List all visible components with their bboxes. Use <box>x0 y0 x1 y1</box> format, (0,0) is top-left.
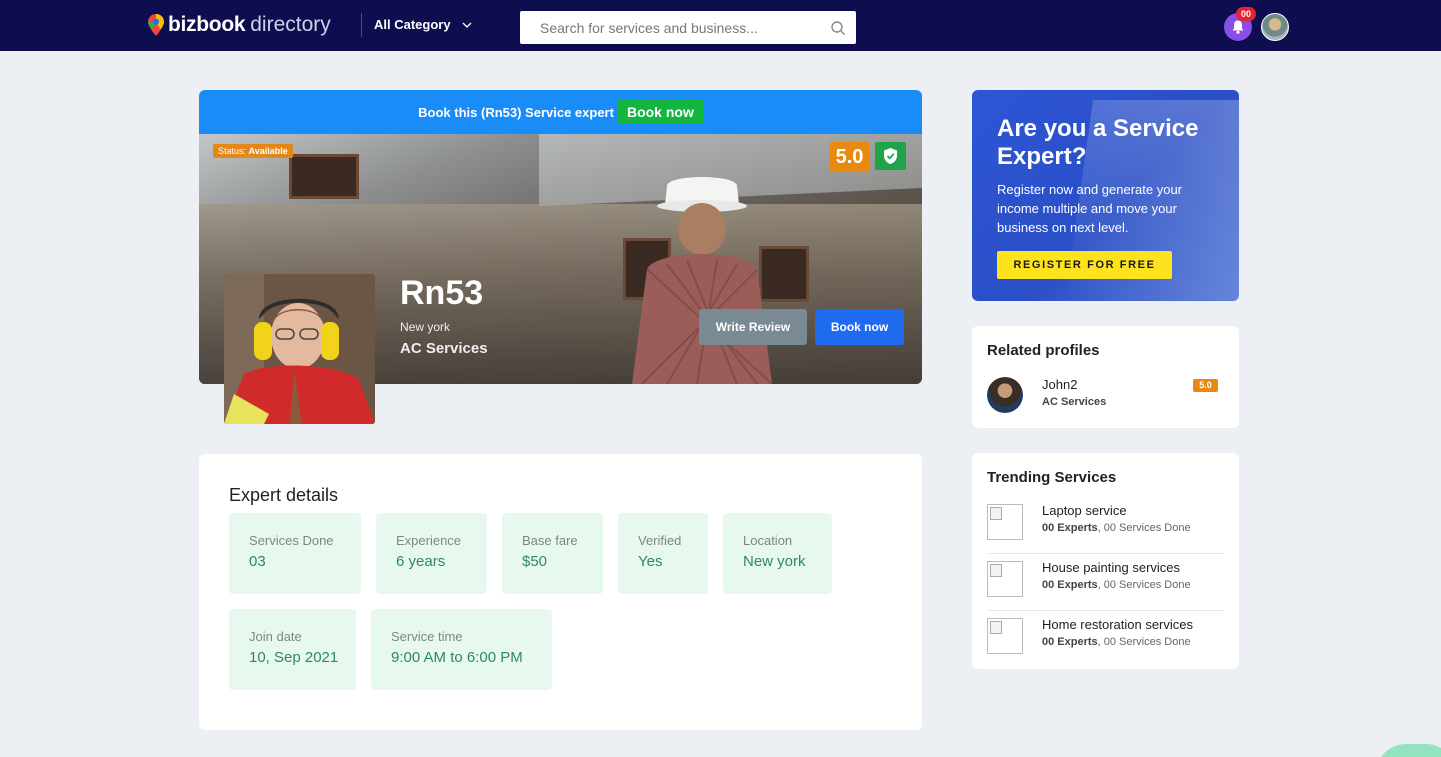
detail-label: Experience <box>396 533 462 548</box>
user-avatar[interactable] <box>1261 13 1289 41</box>
related-profile-service: AC Services <box>1042 396 1107 408</box>
book-now-button[interactable]: Book now <box>815 309 904 345</box>
search-icon[interactable] <box>830 20 846 36</box>
detail-label: Service time <box>391 629 463 644</box>
broken-image-icon <box>987 618 1023 654</box>
notification-count-badge: 00 <box>1236 7 1256 21</box>
detail-value: 03 <box>249 553 266 570</box>
trending-service-stats: 00 Experts, 00 Services Done <box>1042 522 1191 534</box>
worker-figure <box>632 177 773 384</box>
logo[interactable]: bizbook directory <box>148 12 331 38</box>
trending-experts-count: 00 Experts <box>1042 579 1098 591</box>
trending-services-done: , 00 Services Done <box>1097 636 1191 648</box>
detail-value: 9:00 AM to 6:00 PM <box>391 649 523 666</box>
trending-services-done: , 00 Services Done <box>1097 579 1191 591</box>
detail-tile-experience: Experience 6 years <box>376 513 487 594</box>
trending-service-item[interactable]: House painting services 00 Experts, 00 S… <box>987 554 1224 611</box>
detail-tile-service-time: Service time 9:00 AM to 6:00 PM <box>371 609 552 690</box>
banner-book-now-button[interactable]: Book now <box>617 100 703 124</box>
rating-badge: 5.0 <box>830 142 869 172</box>
status-badge: Status: Available <box>213 144 293 158</box>
brand-suffix: directory <box>250 13 331 36</box>
related-profiles-title: Related profiles <box>987 342 1100 359</box>
detail-value: $50 <box>522 553 548 570</box>
expert-profile-photo <box>224 274 375 424</box>
detail-value: 6 years <box>396 553 446 570</box>
cover-window <box>289 154 359 199</box>
register-for-free-button[interactable]: REGISTER FOR FREE <box>997 251 1172 279</box>
status-value: Available <box>248 146 288 156</box>
detail-value: Yes <box>638 553 663 570</box>
expert-city: New york <box>400 320 451 334</box>
expert-name: Rn53 <box>400 274 484 312</box>
booking-banner: Book this (Rn53) Service expert Book now <box>199 90 922 134</box>
detail-value: New york <box>743 553 806 570</box>
booking-banner-text: Book this (Rn53) Service expert <box>418 104 614 120</box>
header-divider <box>361 13 362 37</box>
write-review-button[interactable]: Write Review <box>699 309 807 345</box>
trending-experts-count: 00 Experts <box>1042 636 1098 648</box>
trending-service-stats: 00 Experts, 00 Services Done <box>1042 636 1191 648</box>
detail-value: 10, Sep 2021 <box>249 649 339 666</box>
detail-tile-verified: Verified Yes <box>618 513 708 594</box>
trending-experts-count: 00 Experts <box>1042 522 1098 534</box>
broken-image-icon <box>987 504 1023 540</box>
trending-services-title: Trending Services <box>987 469 1117 486</box>
detail-tile-base-fare: Base fare $50 <box>502 513 603 594</box>
detail-label: Join date <box>249 629 302 644</box>
trending-service-stats: 00 Experts, 00 Services Done <box>1042 579 1191 591</box>
detail-label: Base fare <box>522 533 578 548</box>
broken-image-icon <box>987 561 1023 597</box>
related-profiles-card: Related profiles John2 AC Services 5.0 <box>972 326 1239 428</box>
trending-service-name[interactable]: House painting services <box>1042 560 1180 575</box>
top-navbar: bizbook directory All Category Search fo… <box>0 0 1441 51</box>
service-expert-promo: Are you a Service Expert? Register now a… <box>972 90 1239 301</box>
search-input[interactable]: Search for services and business... <box>520 20 830 36</box>
location-pin-icon <box>148 14 164 36</box>
related-profile-avatar[interactable] <box>987 377 1023 413</box>
trending-services-done: , 00 Services Done <box>1097 522 1191 534</box>
detail-label: Verified <box>638 533 682 548</box>
verified-shield-icon <box>884 148 897 164</box>
expert-photo-illustration <box>224 274 375 424</box>
detail-tile-location: Location New york <box>723 513 832 594</box>
expert-details-card: Expert details Services Done 03 Experien… <box>199 454 922 730</box>
trending-service-item[interactable]: Laptop service 00 Experts, 00 Services D… <box>987 497 1224 554</box>
detail-label: Services Done <box>249 533 334 548</box>
chat-widget-button[interactable] <box>1376 744 1441 757</box>
bell-icon <box>1232 20 1244 34</box>
expert-service: AC Services <box>400 340 488 357</box>
trending-service-item[interactable]: Home restoration services 00 Experts, 00… <box>987 611 1224 668</box>
detail-label: Location <box>743 533 793 548</box>
brand-name: bizbook <box>168 13 246 36</box>
promo-title: Are you a Service Expert? <box>997 115 1199 170</box>
detail-tile-services-done: Services Done 03 <box>229 513 361 594</box>
status-label: Status: <box>218 146 247 156</box>
trending-services-card: Trending Services Laptop service 00 Expe… <box>972 453 1239 669</box>
expert-details-title: Expert details <box>229 485 339 505</box>
related-profile-rating: 5.0 <box>1193 379 1218 392</box>
category-label: All Category <box>374 17 451 32</box>
trending-service-name[interactable]: Laptop service <box>1042 503 1127 518</box>
related-profile-name[interactable]: John2 <box>1042 377 1077 392</box>
promo-text: Register now and generate your income mu… <box>997 182 1183 235</box>
verified-badge <box>875 142 906 170</box>
chevron-down-icon <box>462 22 472 28</box>
search-box[interactable]: Search for services and business... <box>520 11 856 44</box>
category-dropdown[interactable]: All Category <box>374 17 473 32</box>
trending-service-name[interactable]: Home restoration services <box>1042 617 1193 632</box>
detail-tile-join-date: Join date 10, Sep 2021 <box>229 609 356 690</box>
